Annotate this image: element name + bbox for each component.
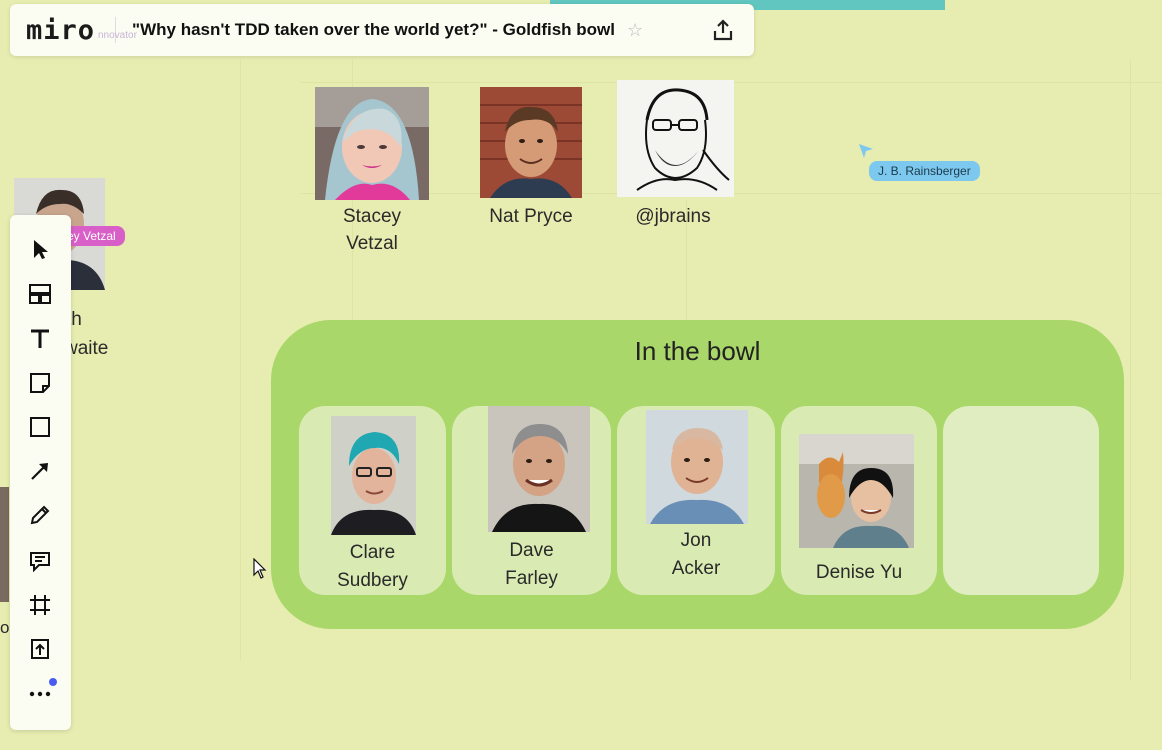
avatar-jon-acker[interactable] bbox=[646, 410, 748, 524]
upload-icon bbox=[713, 19, 733, 41]
ghost-cursor-label: nnovator bbox=[98, 30, 137, 41]
export-button[interactable] bbox=[710, 17, 736, 43]
mouse-cursor-icon bbox=[253, 558, 267, 579]
upload-icon bbox=[31, 639, 49, 659]
select-icon bbox=[34, 240, 48, 259]
templates-icon bbox=[29, 284, 51, 304]
avatar-denise-yu[interactable] bbox=[799, 434, 914, 548]
remote-cursor-icon bbox=[859, 144, 873, 158]
text-icon bbox=[31, 329, 49, 348]
comment-icon bbox=[30, 552, 50, 572]
observer-name-nat: Nat Pryce bbox=[470, 203, 592, 230]
shape-icon bbox=[30, 417, 50, 437]
text-tool[interactable] bbox=[25, 324, 55, 354]
bowl-seat-dave[interactable]: Dave Farley bbox=[452, 406, 611, 595]
pen-tool[interactable] bbox=[25, 500, 55, 530]
seat-name-clare: Clare Sudbery bbox=[299, 539, 446, 595]
avatar-jbrains[interactable] bbox=[617, 80, 734, 197]
bowl-seat-clare[interactable]: Clare Sudbery bbox=[299, 406, 446, 595]
avatar-stacey-vetzal[interactable] bbox=[315, 87, 429, 200]
connection-line-tool[interactable] bbox=[25, 456, 55, 486]
avatar-edge-partial[interactable] bbox=[0, 487, 9, 602]
name-line: Sudbery bbox=[337, 570, 408, 591]
name-line: Clare bbox=[349, 542, 396, 563]
name-line: Farley bbox=[505, 568, 558, 589]
sticky-note-tool[interactable] bbox=[25, 368, 55, 398]
connection-line-icon bbox=[31, 463, 48, 480]
upload-tool[interactable] bbox=[25, 634, 55, 664]
avatar-dave-farley[interactable] bbox=[488, 406, 590, 532]
edge-text: o bbox=[0, 618, 10, 637]
seat-name-jon: Jon Acker bbox=[617, 527, 775, 583]
observer-name-stacey: Stacey Vetzal bbox=[322, 203, 422, 257]
seat-name-dave: Dave Farley bbox=[452, 537, 611, 593]
name-line: Dave bbox=[509, 540, 554, 561]
avatar-nat-pryce[interactable] bbox=[480, 87, 582, 198]
pen-icon bbox=[30, 505, 50, 525]
goldfish-bowl-frame[interactable]: In the bowl Clare Sudbery Dave Farley Jo… bbox=[271, 320, 1124, 629]
name-line: Jon bbox=[680, 530, 712, 551]
name-line: @jbrains bbox=[635, 206, 711, 227]
miro-logo[interactable]: miro bbox=[26, 15, 95, 46]
board-title[interactable]: "Why hasn't TDD taken over the world yet… bbox=[132, 20, 615, 40]
bowl-seat-empty[interactable] bbox=[943, 406, 1099, 595]
canvas-gridline bbox=[240, 60, 241, 660]
select-tool[interactable] bbox=[25, 234, 55, 264]
name-line: Stacey bbox=[342, 206, 402, 227]
frame-tool[interactable] bbox=[25, 590, 55, 620]
bowl-seat-denise[interactable]: Denise Yu bbox=[781, 406, 937, 595]
sticky-note-icon bbox=[30, 373, 50, 393]
bowl-seat-jon[interactable]: Jon Acker bbox=[617, 406, 775, 595]
avatar-clare-sudbery[interactable] bbox=[331, 416, 416, 535]
comment-tool[interactable] bbox=[25, 546, 55, 576]
star-icon[interactable]: ☆ bbox=[627, 20, 643, 41]
name-line: Nat Pryce bbox=[489, 206, 573, 227]
frame-icon bbox=[30, 595, 50, 615]
remote-cursor-label-jb: J. B. Rainsberger bbox=[869, 161, 980, 181]
canvas-gridline bbox=[1130, 60, 1131, 680]
shape-tool[interactable] bbox=[25, 412, 55, 442]
name-line: Denise Yu bbox=[815, 562, 903, 583]
name-line: Acker bbox=[671, 558, 721, 579]
name-line: Vetzal bbox=[346, 233, 398, 254]
observer-name-jbrains: @jbrains bbox=[612, 203, 734, 230]
bowl-title: In the bowl bbox=[634, 336, 761, 366]
notification-dot bbox=[49, 678, 57, 686]
more-icon bbox=[29, 691, 51, 697]
board-canvas[interactable]: Stacey Vetzal Nat Pryce @jbrains J. B. R… bbox=[0, 0, 1162, 750]
seat-name-denise: Denise Yu bbox=[781, 559, 937, 587]
templates-tool[interactable] bbox=[25, 279, 55, 309]
left-toolbar bbox=[10, 215, 71, 730]
